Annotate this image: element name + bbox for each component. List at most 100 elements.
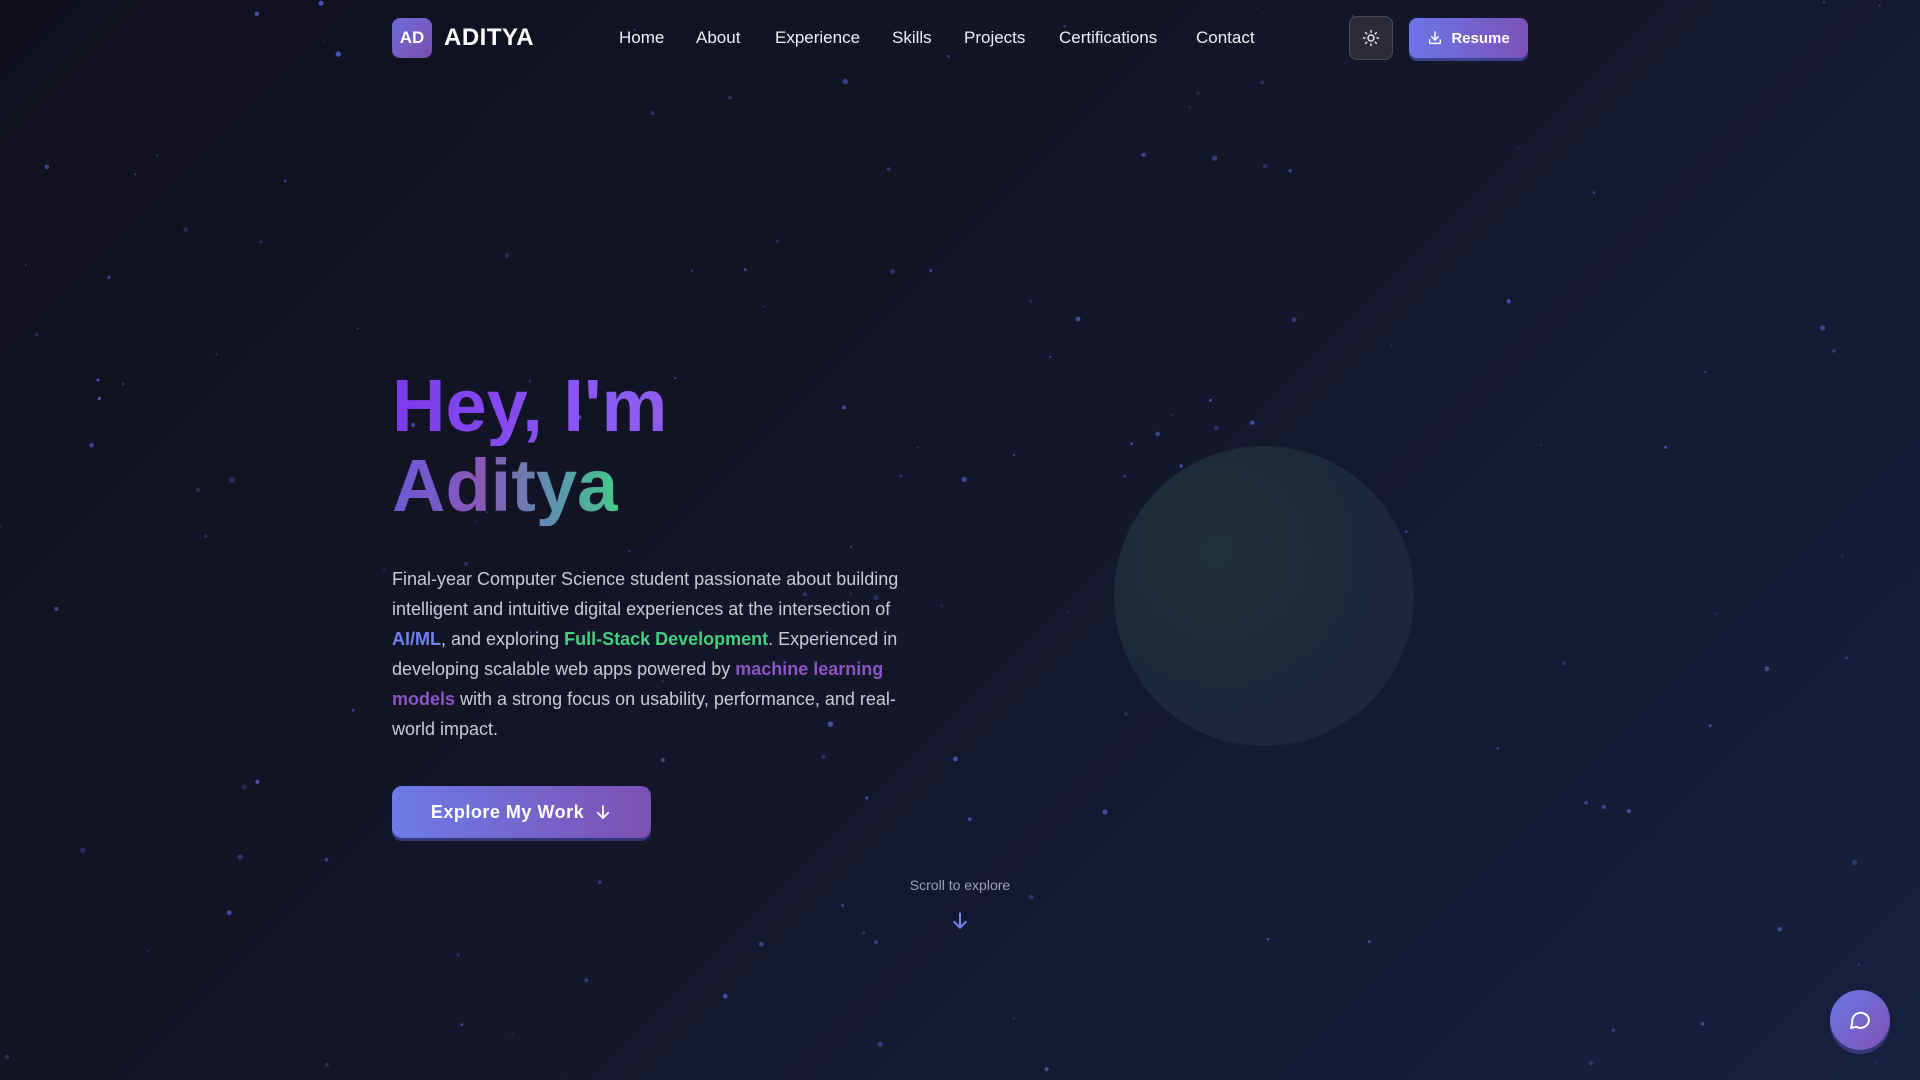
star-dot <box>862 931 866 935</box>
nav-projects[interactable]: Projects <box>964 28 1025 48</box>
arrow-down-icon <box>596 805 610 819</box>
star-dot <box>504 253 510 258</box>
star-dot <box>1130 442 1134 446</box>
star-dot <box>877 1041 883 1047</box>
nav-experience[interactable]: Experience <box>775 28 860 48</box>
logo-badge[interactable]: AD <box>392 18 432 58</box>
star-dot <box>1188 106 1191 109</box>
star-dot <box>650 111 655 116</box>
hero-greeting: Hey, I'm <box>392 366 952 446</box>
star-dot <box>382 568 386 572</box>
star-dot <box>215 353 218 356</box>
star-dot <box>967 817 972 822</box>
star-dot <box>155 154 158 157</box>
star-dot <box>1029 299 1033 303</box>
star-dot <box>1857 963 1861 967</box>
nav-home[interactable]: Home <box>619 28 664 48</box>
resume-button[interactable]: Resume <box>1409 18 1528 58</box>
star-dot <box>54 606 59 612</box>
star-dot <box>1841 554 1844 557</box>
star-dot <box>5 1054 10 1059</box>
nav-certifications[interactable]: Certifications <box>1059 28 1157 48</box>
star-dot <box>1592 191 1596 195</box>
star-dot <box>134 173 137 176</box>
star-dot <box>840 903 845 908</box>
star-dot <box>35 332 39 337</box>
star-dot <box>1874 1061 1878 1064</box>
chat-button[interactable] <box>1830 990 1890 1050</box>
star-dot <box>24 264 27 266</box>
sun-icon <box>1362 29 1380 47</box>
star-dot <box>723 993 728 999</box>
star-dot <box>283 179 287 183</box>
resume-label: Resume <box>1451 29 1510 47</box>
star-dot <box>1012 1017 1015 1020</box>
hero-heading: Hey, I'm Aditya <box>392 366 952 526</box>
star-dot <box>325 1062 329 1067</box>
star-dot <box>759 942 764 947</box>
star-dot <box>1260 80 1265 85</box>
star-dot <box>1777 926 1782 932</box>
star-dot <box>147 950 150 953</box>
star-dot <box>1844 656 1848 660</box>
star-dot <box>44 164 49 169</box>
star-dot <box>1588 1060 1594 1066</box>
star-dot <box>1067 611 1070 614</box>
star-dot <box>1196 91 1200 95</box>
nav-contact[interactable]: Contact <box>1196 28 1255 48</box>
star-dot <box>850 545 852 548</box>
star-dot <box>351 708 355 712</box>
star-dot <box>456 953 460 957</box>
star-dot <box>1044 1067 1049 1072</box>
star-dot <box>1704 370 1707 374</box>
star-dot <box>953 756 958 762</box>
star-dot <box>1390 344 1393 347</box>
star-dot <box>842 78 848 85</box>
nav-about[interactable]: About <box>696 28 740 48</box>
star-dot <box>564 1077 567 1080</box>
scroll-hint: Scroll to explore <box>909 877 1011 893</box>
star-dot <box>89 443 94 448</box>
star-dot <box>121 382 125 386</box>
star-dot <box>961 476 967 483</box>
star-dot <box>1405 530 1408 533</box>
star-dot <box>356 327 359 330</box>
star-dot <box>1214 425 1219 431</box>
explore-work-button[interactable]: Explore My Work <box>392 786 651 838</box>
scroll-down-icon[interactable] <box>950 910 970 932</box>
star-dot <box>1291 317 1297 322</box>
star-dot <box>1170 414 1173 416</box>
star-dot <box>728 95 732 100</box>
logo-name[interactable]: ADITYA <box>444 24 534 52</box>
star-dot <box>1701 1022 1705 1026</box>
star-dot <box>1584 800 1588 805</box>
star-dot <box>1266 937 1270 941</box>
star-dot <box>1155 431 1160 437</box>
star-dot <box>821 754 826 760</box>
decorative-orb <box>1114 446 1414 746</box>
theme-toggle-button[interactable] <box>1349 16 1393 60</box>
star-dot <box>762 305 765 308</box>
star-dot <box>1075 316 1081 322</box>
star-dot <box>1663 445 1668 449</box>
star-dot <box>940 604 943 607</box>
star-dot <box>229 477 235 483</box>
desc-text: , and exploring <box>441 629 565 649</box>
star-dot <box>1832 349 1836 353</box>
star-dot <box>1516 146 1519 149</box>
star-dot <box>1049 355 1052 358</box>
star-dot <box>1601 804 1606 810</box>
hero-name: Aditya <box>392 444 619 527</box>
star-dot <box>1506 299 1511 304</box>
star-dot <box>1715 612 1718 615</box>
star-dot <box>241 784 247 790</box>
hero-description: Final-year Computer Science student pass… <box>392 564 912 744</box>
star-dot <box>237 854 243 860</box>
star-dot <box>584 978 589 983</box>
star-dot <box>929 269 933 273</box>
nav-skills[interactable]: Skills <box>892 28 932 48</box>
star-dot <box>628 550 631 553</box>
star-dot <box>204 534 208 538</box>
star-dot <box>1102 809 1108 815</box>
star-dot <box>1013 454 1015 457</box>
